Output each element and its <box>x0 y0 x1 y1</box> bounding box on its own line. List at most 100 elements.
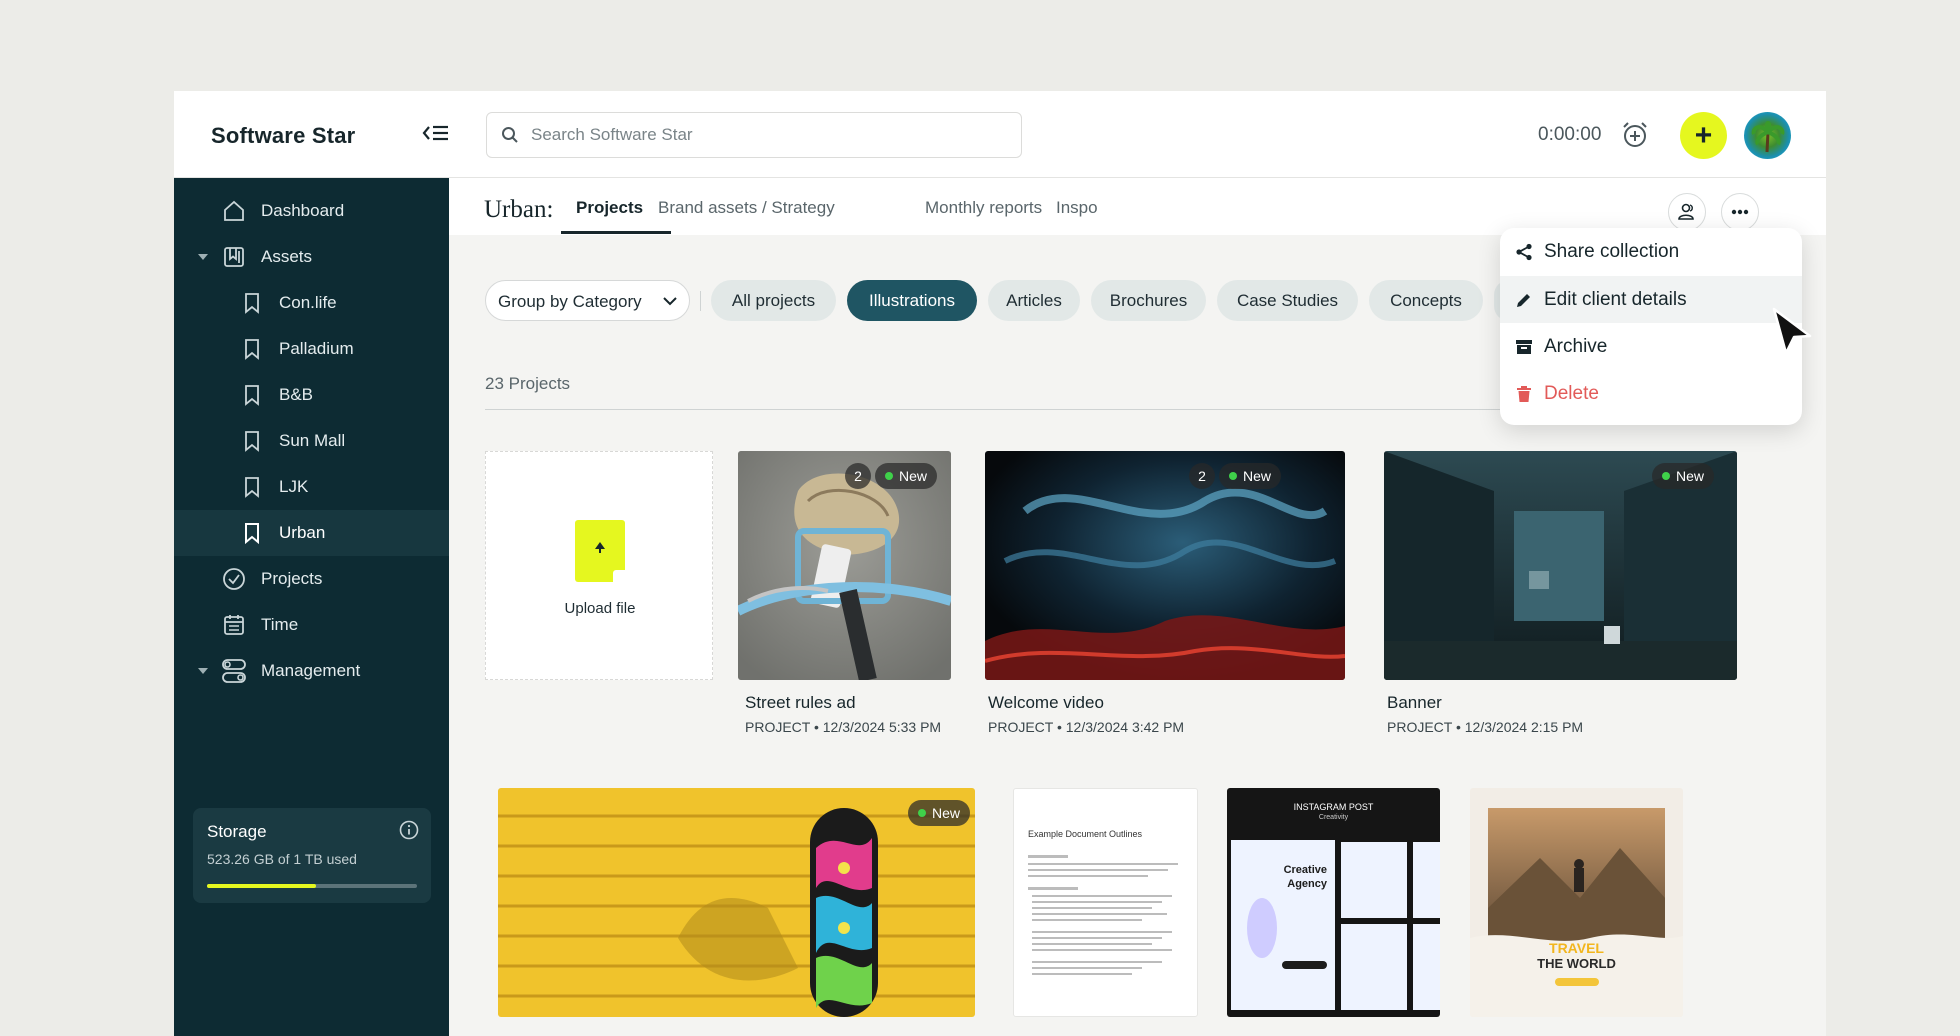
filter-divider <box>700 291 701 311</box>
sidebar-item-palladium[interactable]: Palladium <box>174 326 449 372</box>
menu-item-share-collection[interactable]: Share collection <box>1500 228 1802 275</box>
tab-projects[interactable]: Projects <box>576 198 643 218</box>
alarm-clock-icon[interactable] <box>1620 120 1650 155</box>
sidebar-item-label: LJK <box>279 477 309 496</box>
tab-monthly-reports[interactable]: Monthly reports <box>925 198 1042 218</box>
tab-inspo[interactable]: Inspo <box>1056 198 1098 218</box>
sidebar-item-urban[interactable]: Urban <box>174 510 449 556</box>
collapse-sidebar-icon[interactable] <box>421 121 451 145</box>
travel-post-thumbnail[interactable]: TRAVEL THE WORLD <box>1470 788 1683 1017</box>
sidebar-item-time[interactable]: Time <box>174 602 449 648</box>
chip-illustrations[interactable]: Illustrations <box>847 280 977 321</box>
chevron-down-icon <box>663 297 677 306</box>
top-bar: Software Star 0:00:00 + <box>174 91 1826 178</box>
travel-headline-1: TRAVEL <box>1549 940 1604 956</box>
more-horizontal-icon <box>1731 209 1749 215</box>
bookmark-icon <box>239 382 265 408</box>
project-card-thumbnail[interactable]: New <box>498 788 975 1017</box>
menu-item-label: Share collection <box>1544 240 1680 262</box>
document-title: Example Document Outlines <box>1028 829 1143 839</box>
sidebar-item-label: Dashboard <box>261 201 345 220</box>
tab-brand-assets[interactable]: Brand assets / Strategy <box>658 198 835 218</box>
members-button[interactable] <box>1668 193 1706 231</box>
sidebar-item-sun-mall[interactable]: Sun Mall <box>174 418 449 464</box>
search-input[interactable] <box>531 113 1011 157</box>
calendar-icon <box>221 612 247 638</box>
group-by-label: Group by Category <box>498 292 642 311</box>
document-thumbnail[interactable]: Example Document Outlines <box>1013 788 1198 1017</box>
more-options-menu: Share collection Edit client details Arc… <box>1500 228 1802 425</box>
sidebar-item-label: Sun Mall <box>279 431 346 450</box>
storage-usage: 523.26 GB of 1 TB used <box>207 851 357 867</box>
sidebar-item-label: Palladium <box>279 339 354 358</box>
share-icon <box>1514 242 1534 262</box>
menu-item-delete[interactable]: Delete <box>1500 370 1802 417</box>
ig-header: INSTAGRAM POST <box>1293 802 1374 812</box>
pencil-icon <box>1514 290 1534 310</box>
ig-headline-1: Creative <box>1283 864 1327 876</box>
toggles-icon <box>221 658 247 684</box>
item-count-badge: 2 <box>845 463 871 489</box>
assets-icon <box>221 244 247 270</box>
client-header: Urban: Projects Brand assets / Strategy … <box>449 178 1826 235</box>
travel-headline-2: THE WORLD <box>1537 956 1616 971</box>
home-icon <box>221 198 247 224</box>
project-card-thumbnail[interactable]: 2 New <box>985 451 1345 680</box>
project-card-title[interactable]: Welcome video <box>988 693 1104 713</box>
upload-file-tile[interactable]: Upload file <box>485 451 713 680</box>
chip-all-projects[interactable]: All projects <box>711 280 836 321</box>
trash-icon <box>1514 384 1534 404</box>
app: Software Star 0:00:00 + Dashboard Assets <box>174 91 1826 1036</box>
upload-file-icon <box>575 520 625 582</box>
storage-title: Storage <box>207 822 267 841</box>
storage-panel: Storage 523.26 GB of 1 TB used <box>193 808 431 903</box>
project-card-thumbnail[interactable]: New <box>1384 451 1737 680</box>
sidebar-item-label: Assets <box>261 247 313 266</box>
avatar[interactable] <box>1744 112 1791 159</box>
bookmark-icon <box>239 336 265 362</box>
ig-subheader: Creativity <box>1318 814 1349 821</box>
add-button[interactable]: + <box>1680 112 1727 159</box>
sidebar-item-dashboard[interactable]: Dashboard <box>174 188 449 234</box>
menu-item-edit-client-details[interactable]: Edit client details <box>1500 276 1802 323</box>
sidebar-item-projects[interactable]: Projects <box>174 556 449 602</box>
sidebar-item-assets[interactable]: Assets <box>174 234 449 280</box>
bookmark-icon <box>239 428 265 454</box>
sidebar-item-label: Urban <box>279 523 326 542</box>
info-icon[interactable] <box>399 820 419 845</box>
more-options-button[interactable] <box>1721 193 1759 231</box>
sidebar-item-label: B&B <box>279 385 314 404</box>
new-badge: New <box>1652 463 1715 489</box>
project-card-thumbnail[interactable]: 2 New <box>738 451 951 680</box>
sidebar-item-label: Time <box>261 615 299 634</box>
sidebar-item-ljk[interactable]: LJK <box>174 464 449 510</box>
chip-brochures[interactable]: Brochures <box>1091 280 1206 321</box>
new-badge: New <box>1219 463 1282 489</box>
chevron-down-icon[interactable] <box>198 254 208 260</box>
search-icon <box>502 127 518 143</box>
archive-icon <box>1514 337 1534 357</box>
search-box[interactable] <box>486 112 1022 158</box>
menu-item-label: Delete <box>1544 382 1599 404</box>
users-icon <box>1678 203 1694 220</box>
chip-articles[interactable]: Articles <box>988 280 1080 321</box>
sidebar-item-con-life[interactable]: Con.life <box>174 280 449 326</box>
sidebar-item-management[interactable]: Management <box>174 648 449 694</box>
timer-readout: 0:00:00 <box>1538 124 1602 145</box>
sidebar: Dashboard Assets Con.life Palladium B&B … <box>174 178 449 1036</box>
instagram-post-thumbnail[interactable]: INSTAGRAM POST Creativity Creative Agenc… <box>1227 788 1440 1017</box>
project-card-title[interactable]: Banner <box>1387 693 1442 713</box>
chevron-down-icon[interactable] <box>198 668 208 674</box>
sidebar-item-label: Con.life <box>279 293 337 312</box>
new-badge: New <box>875 463 938 489</box>
menu-item-archive[interactable]: Archive <box>1500 323 1802 370</box>
client-title: Urban: <box>484 196 554 223</box>
chip-concepts[interactable]: Concepts <box>1369 280 1483 321</box>
active-tab-underline <box>561 231 671 234</box>
sidebar-item-b-and-b[interactable]: B&B <box>174 372 449 418</box>
project-card-meta: PROJECT • 12/3/2024 2:15 PM <box>1387 719 1584 735</box>
chip-case-studies[interactable]: Case Studies <box>1217 280 1358 321</box>
project-card-title[interactable]: Street rules ad <box>745 693 856 713</box>
divider <box>485 409 1505 410</box>
group-by-select[interactable]: Group by Category <box>485 280 690 321</box>
